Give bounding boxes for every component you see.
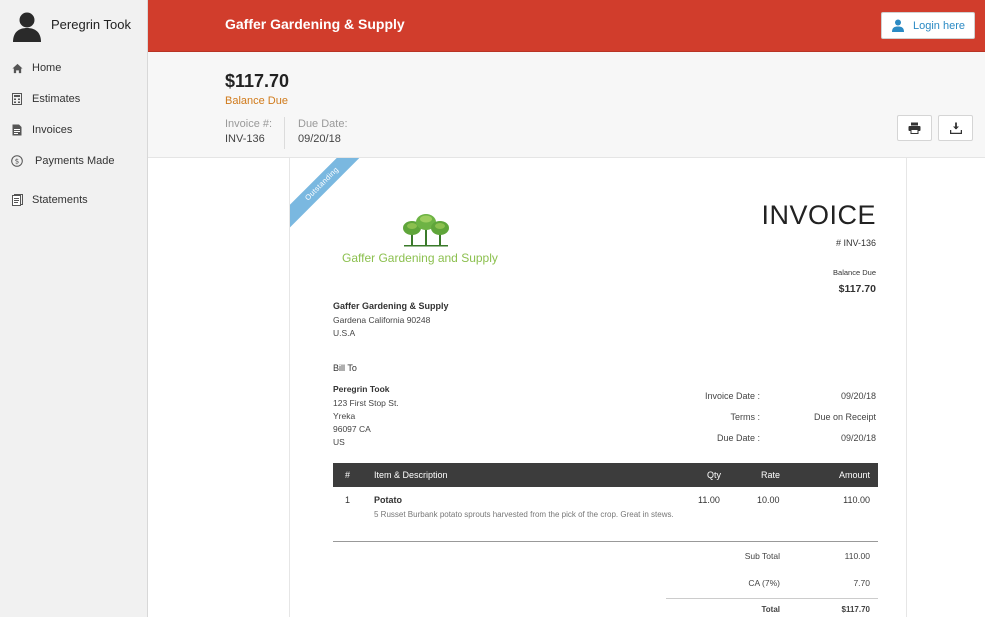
from-company-name: Gaffer Gardening & Supply	[333, 301, 449, 311]
bill-to-address-line: Yreka	[333, 411, 356, 421]
invoice-date-label: Invoice Date :	[704, 391, 760, 401]
invoice-number-value: INV-136	[225, 133, 265, 145]
sidebar-item-invoices[interactable]: Invoices	[0, 117, 147, 143]
sidebar-item-payments-made[interactable]: $ Payments Made	[0, 148, 147, 174]
org-title: Gaffer Gardening & Supply	[225, 16, 405, 32]
bill-to-address-line: 96097 CA	[333, 424, 371, 434]
sidebar-item-label: Home	[32, 62, 62, 74]
download-button[interactable]	[938, 115, 973, 141]
due-date-label: Due Date :	[716, 433, 760, 443]
avatar	[13, 12, 41, 42]
bill-to-address-line: US	[333, 437, 345, 447]
invoice-icon	[11, 124, 23, 136]
balance-amount: $117.70	[225, 71, 290, 91]
sidebar: Peregrin Took Home Estimates Invoices $ …	[0, 0, 148, 617]
download-icon	[949, 122, 962, 134]
total-label: Total	[761, 605, 780, 614]
sidebar-item-label: Invoices	[32, 124, 73, 136]
column-header-amount: Amount	[838, 470, 870, 480]
item-qty: 11.00	[698, 495, 720, 505]
item-rate: 10.00	[757, 495, 780, 505]
item-description: 5 Russet Burbank potato sprouts harveste…	[374, 510, 674, 519]
bill-to-name: Peregrin Took	[333, 384, 390, 394]
invoice-number-label: Invoice #:	[225, 118, 273, 130]
total-value: $117.70	[841, 605, 870, 614]
column-header-item: Item & Description	[374, 470, 448, 480]
user-name: Peregrin Took	[51, 17, 131, 32]
tax-label: CA (7%)	[748, 578, 780, 588]
sidebar-item-label: Estimates	[32, 93, 81, 105]
due-date-label: Due Date:	[298, 118, 348, 130]
sub-total-value: 110.00	[844, 551, 870, 561]
svg-text:$: $	[15, 158, 19, 166]
from-address-line: Gardena California 90248	[333, 315, 431, 325]
logo-text: Gaffer Gardening and Supply	[342, 251, 498, 265]
document-number: # INV-136	[835, 238, 876, 248]
home-icon	[11, 62, 23, 74]
divider	[284, 117, 285, 149]
company-logo	[403, 214, 449, 247]
invoice-date-value: 09/20/18	[840, 391, 876, 401]
row-number: 1	[345, 495, 351, 505]
status-ribbon: Outstanding	[290, 158, 370, 238]
sidebar-item-statements[interactable]: Statements	[0, 187, 147, 213]
document-balance-value: $117.70	[838, 283, 876, 295]
terms-value: Due on Receipt	[813, 412, 876, 422]
column-header-number: #	[345, 470, 351, 480]
login-button[interactable]: Login here	[881, 12, 975, 39]
app-window: Peregrin Took Home Estimates Invoices $ …	[0, 0, 985, 617]
totals-divider	[666, 598, 878, 599]
user-profile[interactable]: Peregrin Took	[0, 0, 148, 52]
due-date-value: 09/20/18	[840, 433, 876, 443]
item-name: Potato	[374, 495, 402, 505]
item-amount: 110.00	[843, 495, 870, 505]
document-balance-label: Balance Due	[833, 268, 876, 277]
invoice-document: Outstanding Gaffer Gardening and Supply …	[289, 158, 907, 617]
user-icon	[892, 19, 904, 32]
row-divider	[333, 541, 878, 542]
print-button[interactable]	[897, 115, 932, 141]
payments-icon: $	[11, 155, 23, 167]
status-ribbon-label: Outstanding	[290, 158, 370, 233]
login-label: Login here	[913, 20, 965, 32]
balance-label: Balance Due	[225, 95, 288, 107]
column-header-rate: Rate	[761, 470, 781, 480]
bill-to-label: Bill To	[333, 363, 357, 373]
sidebar-item-estimates[interactable]: Estimates	[0, 86, 147, 112]
sidebar-item-label: Payments Made	[35, 155, 115, 167]
sidebar-item-home[interactable]: Home	[0, 55, 147, 81]
sidebar-item-label: Statements	[32, 194, 88, 206]
statements-icon	[11, 194, 23, 206]
terms-label: Terms :	[730, 412, 760, 422]
from-address-line: U.S.A	[333, 328, 356, 338]
due-date-value: 09/20/18	[298, 133, 341, 145]
estimates-icon	[11, 93, 23, 105]
print-icon	[908, 122, 921, 134]
invoice-summary: $117.70 Balance Due Invoice #: INV-136 D…	[148, 52, 985, 158]
items-table-header: # Item & Description Qty Rate Amount	[333, 463, 878, 487]
tax-value: 7.70	[853, 578, 870, 588]
column-header-qty: Qty	[707, 470, 722, 480]
bill-to-address-line: 123 First Stop St.	[333, 398, 399, 408]
sub-total-label: Sub Total	[744, 551, 780, 561]
document-title: INVOICE	[761, 200, 876, 230]
top-bar: Gaffer Gardening & Supply Login here	[148, 0, 985, 52]
